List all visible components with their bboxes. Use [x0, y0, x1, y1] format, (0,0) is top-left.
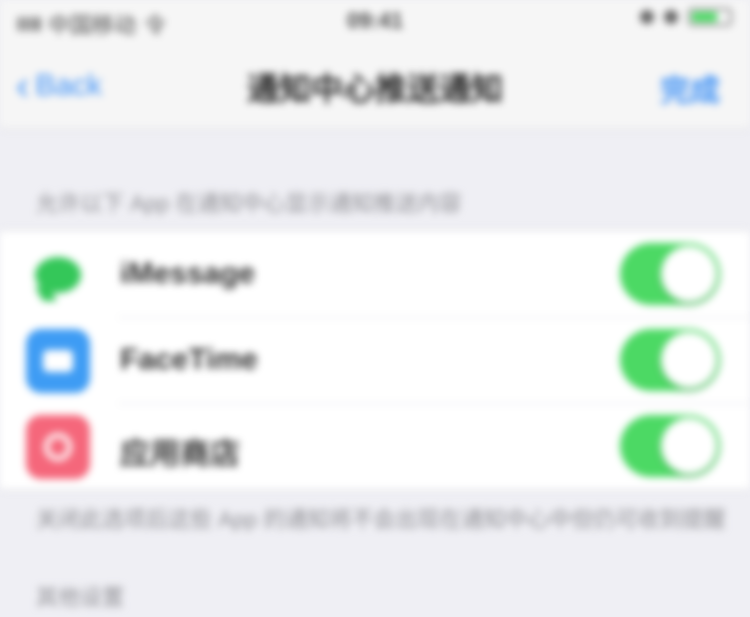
app-list: iMessage FaceTime 应用商店: [0, 230, 750, 490]
toggle-knob: [661, 332, 717, 388]
status-time: 09:41: [346, 8, 404, 33]
section-footer-note: 关闭此选项后这些 App 的通知将不会出现在通知中心中但仍可收到提醒: [36, 507, 726, 532]
done-button[interactable]: 完成: [660, 66, 720, 110]
toggle-switch[interactable]: [620, 243, 720, 305]
list-item[interactable]: iMessage: [0, 231, 750, 317]
battery-level: [692, 12, 717, 22]
battery-icon: [688, 8, 732, 26]
toggle-knob: [661, 246, 717, 302]
flower-app-icon: [26, 415, 90, 479]
toggle-knob: [661, 418, 717, 474]
next-section-header: 其他设置: [36, 585, 125, 610]
list-item-label: 应用商店: [120, 438, 240, 471]
list-item-label: iMessage: [120, 257, 256, 290]
status-bar: 中国移动 令 09:41: [0, 0, 750, 40]
messages-icon: [26, 243, 90, 307]
alarm-icon: [664, 10, 678, 24]
list-item-label: FaceTime: [120, 343, 258, 376]
camera-app-icon: [26, 329, 90, 393]
list-item[interactable]: FaceTime: [0, 317, 750, 403]
status-right: [640, 8, 732, 26]
screen: 中国移动 令 09:41 ‹ Back 通知中心推送通知 完成 允许以下 App…: [0, 0, 750, 617]
toggle-switch[interactable]: [620, 329, 720, 391]
section-header: 允许以下 App 在通知中心显示通知推送内容: [36, 191, 462, 216]
list-item[interactable]: 应用商店: [0, 403, 750, 489]
navigation-bar: ‹ Back 通知中心推送通知 完成: [0, 40, 750, 129]
toggle-switch[interactable]: [620, 415, 720, 477]
page-title: 通知中心推送通知: [246, 71, 503, 107]
location-icon: [640, 10, 654, 24]
